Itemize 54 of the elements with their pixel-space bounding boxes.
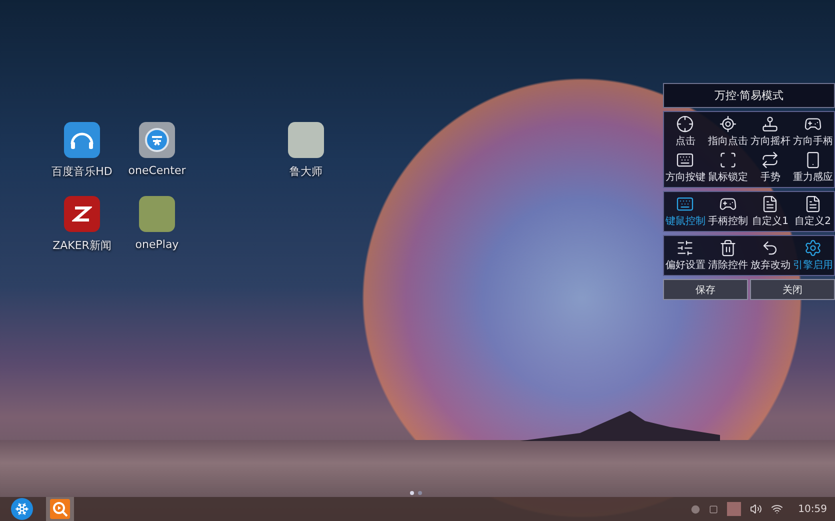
page-dot[interactable] xyxy=(410,491,414,495)
tool-button[interactable]: 指向点击 xyxy=(706,115,749,148)
tool-button[interactable]: 点击 xyxy=(664,115,706,148)
crosshair-icon xyxy=(676,115,694,133)
tool-button[interactable]: 方向手柄 xyxy=(792,115,834,148)
app-label: ZAKER新闻 xyxy=(52,238,112,253)
undo-icon xyxy=(761,239,780,257)
tool-button[interactable]: 清除控件 xyxy=(706,239,749,272)
app-label: onePlay xyxy=(135,238,179,251)
clock: 10:59 xyxy=(798,504,827,514)
scan-icon xyxy=(718,151,737,169)
app-icon[interactable] xyxy=(64,122,100,158)
document-icon xyxy=(804,195,822,213)
trash-icon xyxy=(718,239,737,257)
settings-icon xyxy=(804,239,822,257)
app-icon[interactable] xyxy=(64,196,100,232)
tool-button[interactable]: 重力感应 xyxy=(792,151,834,184)
gamepad-icon xyxy=(718,195,737,213)
save-button[interactable]: 保存 xyxy=(663,279,748,300)
keyboard-icon xyxy=(676,151,694,169)
app-icon[interactable] xyxy=(139,122,175,158)
status-dot-icon xyxy=(691,504,700,514)
sliders-icon xyxy=(676,239,694,257)
tool-button[interactable]: 方向按键 xyxy=(664,151,706,184)
volume-icon[interactable] xyxy=(750,503,762,515)
photo-placeholder[interactable] xyxy=(139,196,175,232)
screen-icon xyxy=(709,504,718,514)
keyboard-icon xyxy=(676,195,694,213)
panel-title: 万控·简易模式 xyxy=(663,83,835,108)
tool-button[interactable]: 手柄控制 xyxy=(706,195,749,228)
taskbar-app[interactable] xyxy=(46,497,74,521)
tool-button[interactable]: 放弃改动 xyxy=(749,239,792,272)
joystick-icon xyxy=(761,115,780,133)
tool-button[interactable]: 方向摇杆 xyxy=(749,115,792,148)
avatar-placeholder xyxy=(727,502,742,516)
page-dot[interactable] xyxy=(418,491,422,495)
app-label: oneCenter xyxy=(128,164,186,177)
start-button[interactable] xyxy=(8,497,36,521)
play-search-icon xyxy=(50,499,70,519)
app-label: 鲁大师 xyxy=(290,164,322,179)
tool-button[interactable]: 引擎启用 xyxy=(792,239,834,272)
close-button[interactable]: 关闭 xyxy=(750,279,835,300)
app-label: 百度音乐HD xyxy=(52,164,112,179)
tool-button[interactable]: 自定义2 xyxy=(792,195,834,228)
tool-button[interactable]: 鼠标锁定 xyxy=(706,151,749,184)
tool-button[interactable]: 手势 xyxy=(749,151,792,184)
tool-button[interactable]: 自定义1 xyxy=(749,195,792,228)
tool-button[interactable]: 偏好设置 xyxy=(664,239,706,272)
document-icon xyxy=(761,195,780,213)
snowflake-icon xyxy=(11,498,33,520)
photo-placeholder[interactable] xyxy=(288,122,324,158)
gamepad-icon xyxy=(804,115,822,133)
tool-button[interactable]: 键鼠控制 xyxy=(664,195,706,228)
target-icon xyxy=(718,115,737,133)
